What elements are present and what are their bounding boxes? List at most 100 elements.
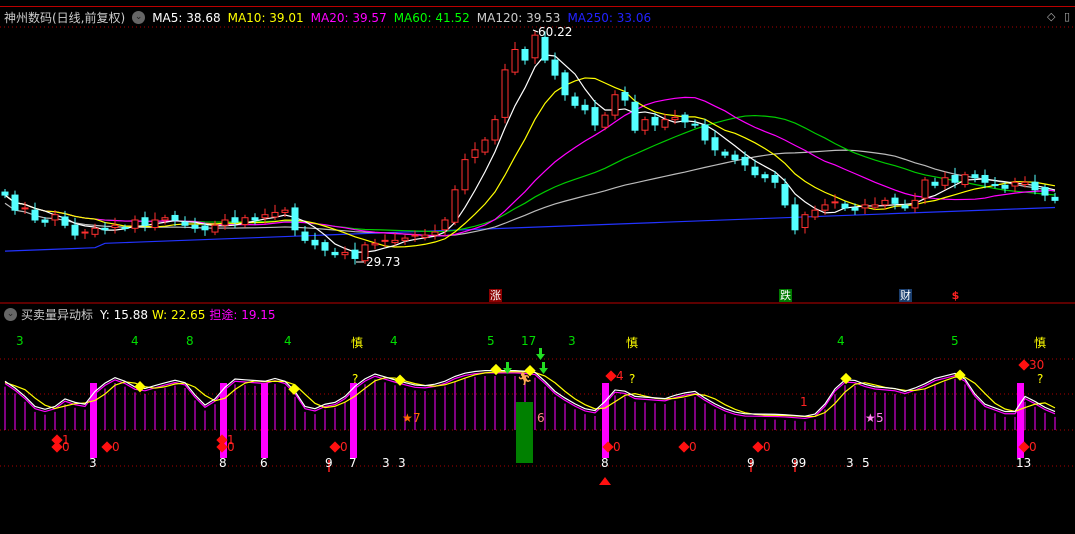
extra-label: 6 [537, 411, 545, 425]
ma5-line [4, 54, 1056, 253]
candle-body [751, 166, 759, 176]
candle-body [451, 189, 459, 223]
candle-body [511, 49, 519, 73]
candle-body [51, 214, 59, 221]
candle-body [901, 205, 909, 209]
low-price-label: 29.73 [366, 255, 401, 269]
red-diamond-marker [51, 441, 63, 453]
candle-body [391, 239, 399, 244]
candle-body [401, 237, 409, 241]
candle-body [111, 224, 119, 229]
candle-body [81, 231, 89, 234]
candle-body [691, 123, 699, 126]
candle-body [811, 209, 819, 218]
signal-count-label: 4 [390, 334, 398, 348]
candle-body [481, 139, 489, 153]
candle-body [441, 219, 449, 231]
candle-body [611, 94, 619, 116]
candle-body [981, 174, 989, 183]
candle-body [41, 219, 49, 223]
star-icon: ★ [865, 411, 876, 425]
spike-count-label: 8 [601, 456, 609, 470]
candle-body [911, 199, 919, 209]
candle-body [1041, 187, 1049, 196]
candle-body [841, 203, 849, 209]
signal-count-label: 3 [16, 334, 24, 348]
question-mark-icon: ? [352, 372, 359, 386]
bottom-count-label: 99 [791, 456, 807, 470]
event-tag[interactable]: 跌 [779, 289, 792, 302]
candle-body [341, 251, 349, 256]
candle-body [521, 49, 529, 61]
candle-body [231, 217, 239, 223]
extra-label: 1 [800, 395, 808, 409]
candle-body [461, 159, 469, 191]
candle-body [271, 211, 279, 218]
red-diamond-label: 0 [62, 440, 70, 454]
candle-body [351, 249, 359, 259]
candle-body [251, 217, 259, 221]
red-diamond-label: 0 [689, 440, 697, 454]
candle-body [781, 184, 789, 206]
signal-count-label: 17 [521, 334, 537, 348]
candle-body [221, 219, 229, 226]
bottom-count-label: 5 [862, 456, 870, 470]
green-down-arrow-icon [536, 348, 545, 360]
red-diamond-label: 30 [1029, 358, 1045, 372]
signal-count-label: 慎 [1034, 336, 1047, 350]
signal-count-label: 5 [951, 334, 959, 348]
red-diamond-marker [1018, 359, 1030, 371]
green-volume-block [516, 402, 533, 463]
red-diamond-marker [101, 441, 113, 453]
high-price-label: 60.22 [538, 25, 573, 39]
event-tag[interactable]: $ [949, 289, 962, 302]
price-chart[interactable] [0, 0, 1075, 534]
candle-body [741, 156, 749, 166]
candle-body [321, 242, 329, 251]
candle-body [491, 119, 499, 141]
red-diamond-label: 4 [616, 369, 624, 383]
red-diamond-label: 0 [1029, 440, 1037, 454]
volume-spike-bar [261, 383, 268, 458]
candle-body [591, 107, 599, 126]
candle-body [211, 224, 219, 233]
signal-count-label: 4 [131, 334, 139, 348]
signal-count-label: 3 [568, 334, 576, 348]
candle-body [31, 209, 39, 221]
bottom-count-label: 9 [325, 456, 333, 470]
candle-body [411, 234, 419, 237]
bottom-count-label: 3 [846, 456, 854, 470]
signal-count-label: 4 [284, 334, 292, 348]
candle-body [931, 181, 939, 186]
signal-count-label: 慎 [626, 336, 639, 350]
candle-body [771, 174, 779, 183]
candle-body [381, 239, 389, 242]
candle-body [11, 194, 19, 211]
candle-body [151, 219, 159, 229]
candle-body [831, 201, 839, 204]
event-tag[interactable]: 财 [899, 289, 912, 302]
candle-body [821, 204, 829, 211]
star-icon: ★ [402, 411, 413, 425]
red-up-triangle-icon [599, 477, 611, 485]
candle-body [1001, 184, 1009, 189]
candle-body [191, 224, 199, 229]
candle-body [131, 219, 139, 229]
red-diamond-marker [605, 370, 617, 382]
candle-body [501, 69, 509, 118]
candle-body [91, 227, 99, 235]
runner-icon: 🏃︎ [517, 372, 533, 386]
candle-body [1, 191, 9, 196]
candle-body [871, 204, 879, 208]
candle-body [581, 104, 589, 111]
event-tag[interactable]: 涨 [489, 289, 502, 302]
candle-body [431, 231, 439, 236]
candle-body [161, 217, 169, 221]
candle-body [1011, 181, 1019, 187]
volume-spike-bar [350, 383, 357, 458]
candle-body [651, 116, 659, 126]
spike-count-label: 6 [260, 456, 268, 470]
red-diamond-marker [329, 441, 341, 453]
red-diamond-label: 0 [340, 440, 348, 454]
candle-body [941, 177, 949, 186]
